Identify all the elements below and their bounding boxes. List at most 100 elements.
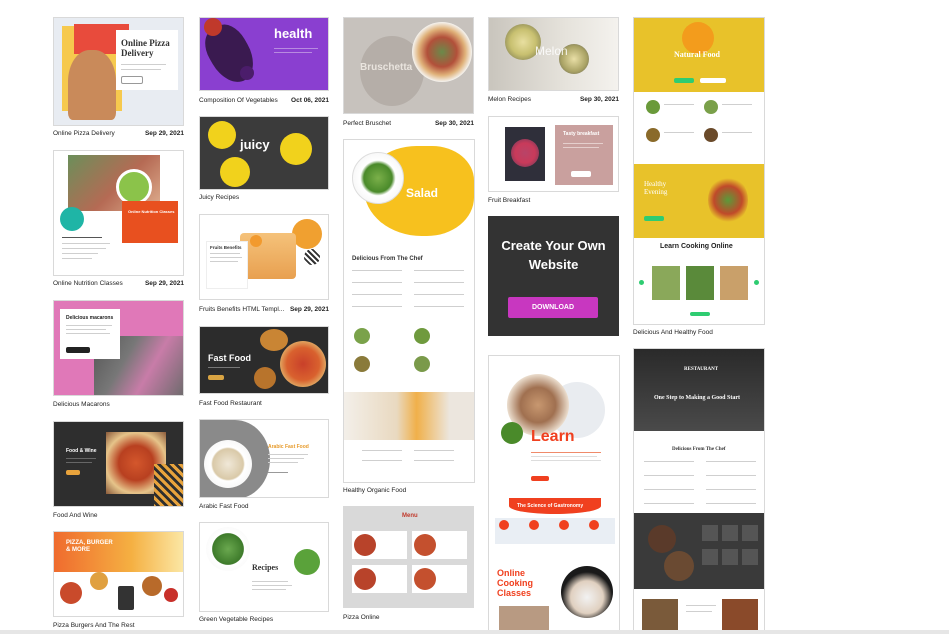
- template-card-delicious-macarons[interactable]: Delicious macarons Delicious Macarons: [53, 300, 184, 410]
- card-date: Oct 06, 2021: [291, 97, 329, 104]
- card-date: Sep 30, 2021: [579, 96, 619, 103]
- thumb-title: juicy: [240, 137, 270, 152]
- card-caption[interactable]: Arabic Fast Food: [199, 502, 249, 511]
- thumb-title: Recipes: [252, 563, 279, 572]
- template-card-food-and-wine[interactable]: Food & Wine Food And Wine: [53, 421, 184, 521]
- thumb-title: Bruschetta: [360, 62, 413, 73]
- template-card-fast-food-restaurant[interactable]: Fast Food Fast Food Restaurant: [199, 326, 329, 410]
- thumb-title: Arabic Fast Food: [268, 444, 309, 450]
- template-card-perfect-bruschetta[interactable]: Bruschetta Perfect Bruschet Sep 30, 2021: [343, 17, 474, 130]
- thumb-title: Fast Food: [208, 353, 251, 363]
- person-photo: [68, 50, 116, 120]
- card-caption[interactable]: Melon Recipes: [488, 95, 531, 104]
- burger-photo: [260, 329, 288, 351]
- template-card-green-vegetable[interactable]: Recipes Green Vegetable Recipes: [199, 522, 329, 626]
- chef-photo: [561, 566, 613, 618]
- card-caption[interactable]: Food And Wine: [53, 511, 97, 520]
- template-card-restaurant[interactable]: RESTAURANT One Step to Making a Good Sta…: [633, 348, 765, 634]
- card-date: Sep 29, 2021: [144, 130, 184, 137]
- thumb-subtitle: Healthy Evening: [644, 180, 668, 196]
- card-caption[interactable]: Healthy Organic Food: [343, 486, 406, 495]
- vegetables-photo: [206, 527, 250, 571]
- template-card-composition-vegetables[interactable]: health Composition Of Vegetables Oct 06,…: [199, 17, 329, 107]
- person-photo: [240, 233, 296, 279]
- thumb-heading: Delicious From The Chef: [352, 256, 423, 262]
- template-thumbnail[interactable]: Delicious macarons: [53, 300, 184, 396]
- thumb-title: Online Pizza Delivery: [121, 38, 170, 58]
- thumb-title: Delicious macarons: [66, 315, 114, 321]
- card-caption[interactable]: Fruit Breakfast: [488, 196, 530, 205]
- promo-banner: Create Your Own Website DOWNLOAD: [488, 216, 619, 336]
- thumb-title: Fruits Benefits: [210, 245, 242, 250]
- horizontal-scrollbar[interactable]: [0, 630, 949, 634]
- download-button[interactable]: DOWNLOAD: [508, 297, 598, 318]
- template-card-pizza-burgers[interactable]: PIZZA, BURGER & MORE Pizza Burgers And T…: [53, 531, 184, 634]
- template-card-fruit-breakfast[interactable]: Tasty breakfast Fruit Breakfast: [488, 116, 619, 206]
- card-caption[interactable]: Online Nutrition Classes: [53, 279, 123, 288]
- dishes-photo: [344, 392, 474, 440]
- template-thumbnail[interactable]: Fruits Benefits: [199, 214, 329, 300]
- template-thumbnail[interactable]: Tasty breakfast: [488, 116, 619, 192]
- template-thumbnail[interactable]: health: [199, 17, 329, 91]
- pizza-photo: [280, 341, 326, 387]
- card-caption[interactable]: Perfect Bruschet: [343, 119, 391, 128]
- template-card-online-pizza[interactable]: Online Pizza Delivery Online Pizza Deliv…: [53, 17, 184, 139]
- card-date: Sep 30, 2021: [434, 120, 474, 127]
- thumb-title: Tasty breakfast: [563, 131, 600, 137]
- template-thumbnail[interactable]: Online Nutrition Classes: [53, 150, 184, 276]
- card-caption[interactable]: Pizza Online: [343, 613, 380, 622]
- template-card-delicious-healthy[interactable]: Natural Food Healthy Evening Learn Cooki…: [633, 17, 765, 339]
- thumb-title: Learn: [531, 428, 575, 445]
- thumb-subtitle: One Step to Making a Good Start: [654, 395, 741, 401]
- template-thumbnail[interactable]: Learn The Science of Gastronomy Online C…: [488, 355, 620, 634]
- card-date: Sep 29, 2021: [289, 306, 329, 313]
- template-thumbnail[interactable]: Menu: [343, 506, 474, 608]
- card-caption[interactable]: Fast Food Restaurant: [199, 399, 262, 408]
- salad-photo: [352, 152, 404, 204]
- thumb-bottom-title: Online Cooking Classes: [497, 568, 533, 598]
- dish-photo: [652, 266, 680, 300]
- vegetables-photo: [708, 176, 748, 224]
- template-thumbnail[interactable]: Online Pizza Delivery: [53, 17, 184, 126]
- thumb-title: Online Nutrition Classes: [128, 209, 175, 214]
- template-card-melon-recipes[interactable]: Melon Melon Recipes Sep 30, 2021: [488, 17, 619, 107]
- thumb-heading: Learn Cooking Online: [660, 243, 733, 250]
- card-caption[interactable]: Pizza Burgers And The Rest: [53, 621, 135, 630]
- template-thumbnail[interactable]: juicy: [199, 116, 329, 190]
- template-thumbnail[interactable]: Bruschetta: [343, 17, 474, 114]
- card-caption[interactable]: Juicy Recipes: [199, 193, 239, 202]
- thumb-title: PIZZA, BURGER & MORE: [66, 540, 113, 553]
- template-card-online-nutrition[interactable]: Online Nutrition Classes Online Nutritio…: [53, 150, 184, 290]
- template-thumbnail[interactable]: RESTAURANT One Step to Making a Good Sta…: [633, 348, 765, 634]
- thumb-title: Salad: [406, 186, 439, 200]
- download-button-label: DOWNLOAD: [532, 304, 574, 311]
- template-thumbnail[interactable]: PIZZA, BURGER & MORE: [53, 531, 184, 617]
- template-thumbnail[interactable]: Food & Wine: [53, 421, 184, 507]
- card-caption[interactable]: Green Vegetable Recipes: [199, 615, 273, 624]
- card-caption[interactable]: Online Pizza Delivery: [53, 129, 115, 138]
- template-thumbnail[interactable]: Natural Food Healthy Evening Learn Cooki…: [633, 17, 765, 325]
- promo-title: Create Your Own Website: [501, 238, 606, 272]
- template-card-healthy-organic[interactable]: Salad Delicious From The Chef Healthy Or…: [343, 139, 475, 497]
- card-caption[interactable]: Composition Of Vegetables: [199, 96, 278, 105]
- template-thumbnail[interactable]: Recipes: [199, 522, 329, 612]
- card-date: Sep 29, 2021: [144, 280, 184, 287]
- template-thumbnail[interactable]: Melon: [488, 17, 619, 91]
- dish-photo: [204, 440, 252, 488]
- pizza-photo: [354, 534, 376, 556]
- food-photo: [60, 582, 82, 604]
- template-card-learn-cooking[interactable]: Learn The Science of Gastronomy Online C…: [488, 355, 620, 634]
- template-thumbnail[interactable]: Arabic Fast Food: [199, 419, 329, 498]
- card-caption[interactable]: Delicious And Healthy Food: [633, 328, 713, 337]
- card-caption[interactable]: Fruits Benefits HTML Templ...: [199, 305, 284, 314]
- template-card-arabic-fast-food[interactable]: Arabic Fast Food Arabic Fast Food: [199, 419, 329, 513]
- template-thumbnail[interactable]: Salad Delicious From The Chef: [343, 139, 475, 483]
- card-caption[interactable]: Delicious Macarons: [53, 400, 110, 409]
- template-thumbnail[interactable]: Fast Food: [199, 326, 329, 394]
- template-card-fruits-benefits[interactable]: Fruits Benefits Fruits Benefits HTML Tem…: [199, 214, 329, 318]
- thumb-title: Food & Wine: [66, 448, 97, 454]
- thumb-title: health: [274, 26, 313, 41]
- template-card-juicy-recipes[interactable]: juicy Juicy Recipes: [199, 116, 329, 204]
- bruschetta-photo: [412, 22, 472, 82]
- template-card-pizza-online[interactable]: Menu Pizza Online: [343, 506, 474, 624]
